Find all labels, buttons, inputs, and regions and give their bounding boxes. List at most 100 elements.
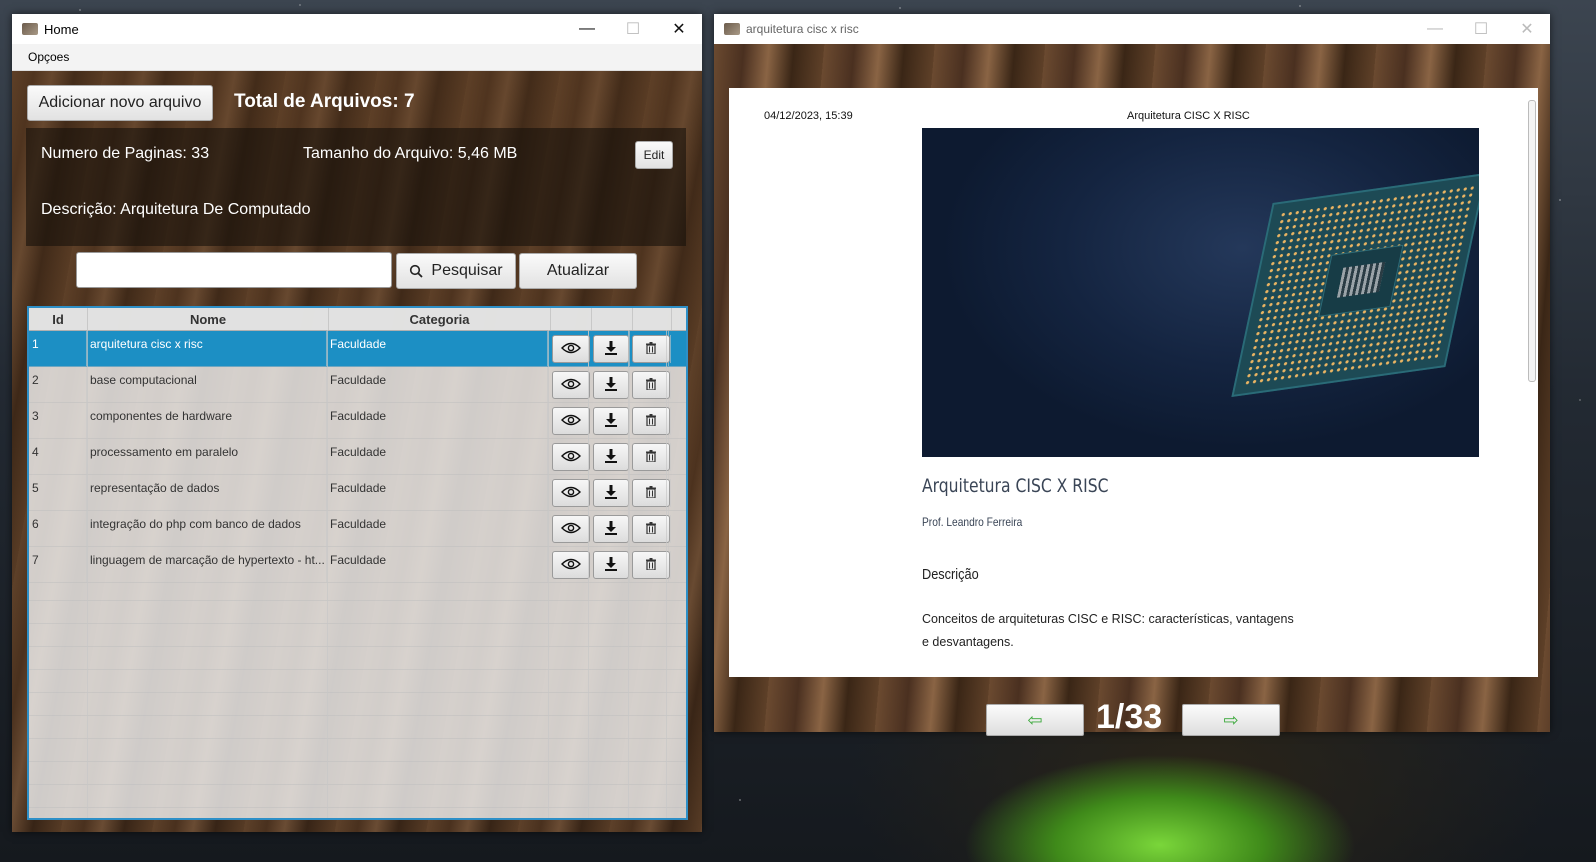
- eye-icon: [561, 486, 581, 501]
- eye-icon: [561, 378, 581, 393]
- delete-button[interactable]: [632, 443, 670, 471]
- cell-categoria: Faculdade: [327, 439, 548, 474]
- files-table: Id Nome Categoria 1 arquitetura cisc x r…: [27, 306, 688, 820]
- menu-opcoes[interactable]: Opçoes: [28, 50, 69, 64]
- file-size: Tamanho do Arquivo: 5,46 MB: [303, 145, 518, 162]
- trash-icon: [646, 341, 656, 357]
- cell-nome: base computacional: [87, 367, 327, 402]
- delete-button[interactable]: [632, 479, 670, 507]
- trash-icon: [646, 485, 656, 501]
- cell-categoria: Faculdade: [327, 367, 548, 402]
- download-icon: [605, 412, 617, 430]
- header-id[interactable]: Id: [29, 308, 88, 330]
- trash-icon: [646, 449, 656, 465]
- header-nome[interactable]: Nome: [88, 308, 329, 330]
- minimize-button[interactable]: —: [1412, 14, 1458, 44]
- eye-icon: [561, 450, 581, 465]
- page-scrollbar[interactable]: [1526, 92, 1536, 672]
- arrow-right-icon: ⇨: [1223, 709, 1239, 730]
- home-window: Home — ☐ ✕ Opçoes Adicionar novo arquivo…: [12, 14, 702, 832]
- title-bar: Home — ☐ ✕: [12, 14, 702, 44]
- cell-id: 6: [29, 511, 87, 546]
- delete-button[interactable]: [632, 335, 670, 363]
- trash-icon: [646, 557, 656, 573]
- cell-categoria: Faculdade: [327, 403, 548, 438]
- table-header: Id Nome Categoria: [29, 308, 686, 331]
- page-date: 04/12/2023, 15:39: [764, 110, 853, 122]
- cell-categoria: Faculdade: [327, 547, 548, 582]
- download-icon: [605, 556, 617, 574]
- add-file-button[interactable]: Adicionar novo arquivo: [27, 85, 213, 121]
- download-button[interactable]: [593, 479, 629, 507]
- menu-bar: Opçoes: [12, 44, 702, 71]
- delete-button[interactable]: [632, 407, 670, 435]
- page-header-title: Arquitetura CISC X RISC: [1127, 110, 1250, 122]
- download-button[interactable]: [593, 335, 629, 363]
- search-button[interactable]: Pesquisar: [396, 253, 516, 289]
- download-icon: [605, 448, 617, 466]
- download-button[interactable]: [593, 443, 629, 471]
- scrollbar-thumb[interactable]: [1528, 100, 1536, 382]
- download-icon: [605, 520, 617, 538]
- cell-id: 2: [29, 367, 87, 402]
- maximize-button[interactable]: ☐: [1458, 14, 1504, 44]
- file-info-panel: Numero de Paginas: 33 Tamanho do Arquivo…: [26, 128, 686, 246]
- download-button[interactable]: [593, 515, 629, 543]
- minimize-button[interactable]: —: [564, 14, 610, 44]
- cpu-image: [922, 128, 1479, 457]
- total-files-label: Total de Arquivos: 7: [234, 91, 415, 112]
- file-description: Descrição: Arquitetura De Computado: [41, 201, 311, 218]
- cell-id: 3: [29, 403, 87, 438]
- delete-button[interactable]: [632, 551, 670, 579]
- close-button[interactable]: ✕: [656, 14, 702, 44]
- edit-button[interactable]: Edit: [635, 141, 673, 169]
- header-action-3: [633, 308, 672, 330]
- app-icon: [724, 23, 740, 35]
- view-button[interactable]: [552, 551, 590, 579]
- eye-icon: [561, 342, 581, 357]
- trash-icon: [646, 413, 656, 429]
- download-button[interactable]: [593, 371, 629, 399]
- page-section-heading: Descrição: [922, 566, 979, 583]
- header-categoria[interactable]: Categoria: [329, 308, 551, 330]
- next-page-button[interactable]: ⇨: [1182, 704, 1280, 736]
- cell-categoria: Faculdade: [327, 511, 548, 546]
- cell-nome: processamento em paralelo: [87, 439, 327, 474]
- cell-nome: arquitetura cisc x risc: [87, 331, 327, 366]
- view-button[interactable]: [552, 515, 590, 543]
- page-description: Conceitos de arquiteturas CISC e RISC: c…: [922, 612, 1294, 649]
- download-icon: [605, 376, 617, 394]
- view-button[interactable]: [552, 335, 590, 363]
- view-button[interactable]: [552, 479, 590, 507]
- delete-button[interactable]: [632, 371, 670, 399]
- view-button[interactable]: [552, 371, 590, 399]
- download-button[interactable]: [593, 551, 629, 579]
- prev-page-button[interactable]: ⇦: [986, 704, 1084, 736]
- delete-button[interactable]: [632, 515, 670, 543]
- download-button[interactable]: [593, 407, 629, 435]
- pdf-viewer-window: arquitetura cisc x risc — ☐ ✕ 04/12/2023…: [714, 14, 1550, 736]
- trash-icon: [646, 521, 656, 537]
- search-input[interactable]: [76, 252, 392, 288]
- trash-icon: [646, 377, 656, 393]
- cell-nome: representação de dados: [87, 475, 327, 510]
- eye-icon: [561, 558, 581, 573]
- eye-icon: [561, 522, 581, 537]
- close-button[interactable]: ✕: [1504, 14, 1550, 44]
- viewer-background: 04/12/2023, 15:39 Arquitetura CISC X RIS…: [714, 44, 1550, 736]
- search-button-label: Pesquisar: [431, 262, 503, 279]
- page-count: Numero de Paginas: 33: [41, 145, 210, 162]
- view-button[interactable]: [552, 443, 590, 471]
- header-action-2: [592, 308, 633, 330]
- search-icon: [410, 264, 424, 278]
- cell-nome: linguagem de marcação de hypertexto - ht…: [87, 547, 327, 582]
- app-icon: [22, 23, 38, 35]
- eye-icon: [561, 414, 581, 429]
- refresh-button[interactable]: Atualizar: [519, 253, 637, 289]
- cell-id: 7: [29, 547, 87, 582]
- maximize-button[interactable]: ☐: [610, 14, 656, 44]
- page-heading: Arquitetura CISC X RISC: [922, 475, 1109, 497]
- cell-nome: integração do php com banco de dados: [87, 511, 327, 546]
- content-area: Adicionar novo arquivo Total de Arquivos…: [12, 71, 702, 832]
- view-button[interactable]: [552, 407, 590, 435]
